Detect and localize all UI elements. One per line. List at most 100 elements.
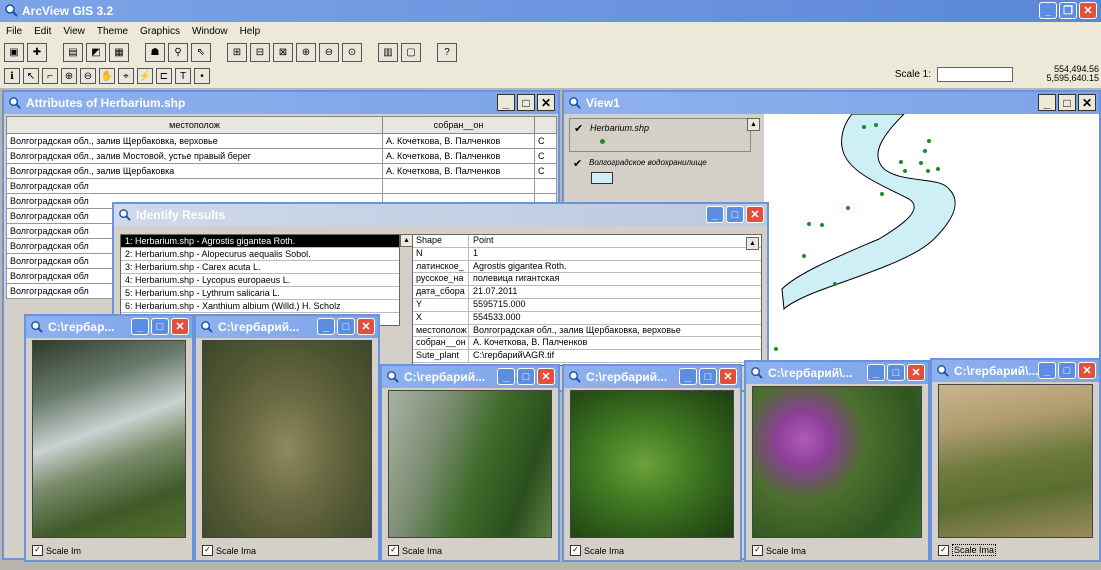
- menu-edit[interactable]: Edit: [34, 26, 51, 37]
- close-button[interactable]: ✕: [171, 318, 189, 335]
- pointer-tool-icon[interactable]: ↖: [23, 68, 39, 84]
- table-row[interactable]: Волгоградская обл., залив Щербаковка А. К…: [6, 163, 557, 179]
- close-button[interactable]: ✕: [1079, 2, 1097, 19]
- menu-window[interactable]: Window: [192, 26, 228, 37]
- scale-checkbox[interactable]: ✓: [202, 545, 213, 556]
- minimize-button[interactable]: _: [131, 318, 149, 335]
- query-icon[interactable]: ⚲: [168, 42, 188, 62]
- minimize-button[interactable]: _: [679, 368, 697, 385]
- maximize-button[interactable]: □: [151, 318, 169, 335]
- close-button[interactable]: ✕: [537, 368, 555, 385]
- draw-tool-icon[interactable]: •: [194, 68, 210, 84]
- scale-checkbox[interactable]: ✓: [752, 545, 763, 556]
- vertex-tool-icon[interactable]: ⌐: [42, 68, 58, 84]
- plant-photo: [32, 340, 186, 538]
- maximize-button[interactable]: □: [699, 368, 717, 385]
- maximize-button[interactable]: □: [1058, 362, 1076, 379]
- scale-input[interactable]: [937, 67, 1013, 82]
- maximize-button[interactable]: ❐: [1059, 2, 1077, 19]
- visibility-check-icon[interactable]: ✔: [573, 157, 582, 170]
- close-button[interactable]: ✕: [1078, 362, 1096, 379]
- attribute-row: русское_на полевица гигантская: [413, 273, 761, 287]
- list-item[interactable]: 5: Herbarium.shp - Lythrum salicaria L.: [121, 287, 399, 300]
- minimize-button[interactable]: _: [497, 94, 515, 111]
- polygon-symbol-icon: [591, 172, 613, 184]
- maximize-button[interactable]: □: [887, 364, 905, 381]
- close-button[interactable]: ✕: [719, 368, 737, 385]
- list-item[interactable]: 3: Herbarium.shp - Carex acuta L.: [121, 261, 399, 274]
- table-row[interactable]: Волгоградская обл., залив Мостовой, усть…: [6, 148, 557, 164]
- scale-checkbox[interactable]: ✓: [938, 544, 949, 556]
- list-item[interactable]: 4: Herbarium.shp - Lycopus europaeus L.: [121, 274, 399, 287]
- menu-graphics[interactable]: Graphics: [140, 26, 180, 37]
- close-button[interactable]: ✕: [746, 206, 764, 223]
- legend-entry[interactable]: ✔ Herbarium.shp: [569, 118, 751, 152]
- maximize-button[interactable]: □: [1058, 94, 1076, 111]
- zoom-in-tool-icon[interactable]: ⊕: [61, 68, 77, 84]
- menu-help[interactable]: Help: [240, 26, 261, 37]
- minimize-button[interactable]: _: [867, 364, 885, 381]
- label-tool-icon[interactable]: ⊏: [156, 68, 172, 84]
- zoom-out-tool-icon[interactable]: ⊖: [80, 68, 96, 84]
- attribute-row: Sute_plant C:\гербарий\AGR.tif: [413, 350, 761, 363]
- zoom-in-icon[interactable]: ⊕: [296, 42, 316, 62]
- edit-legend-icon[interactable]: ◩: [86, 42, 106, 62]
- find-icon[interactable]: ☗: [145, 42, 165, 62]
- identify-tool-icon[interactable]: ℹ: [4, 68, 20, 84]
- zoom-active-icon[interactable]: ⊟: [250, 42, 270, 62]
- pan-tool-icon[interactable]: ✋: [99, 68, 115, 84]
- scale-checkbox[interactable]: ✓: [32, 545, 43, 556]
- scale-checkbox[interactable]: ✓: [570, 545, 581, 556]
- maximize-button[interactable]: □: [517, 94, 535, 111]
- image-window-2: C:\гербарий... _ □ ✕ ✓ Scale Ima: [194, 314, 380, 562]
- close-button[interactable]: ✕: [907, 364, 925, 381]
- column-header[interactable]: местополож: [6, 116, 383, 134]
- column-header[interactable]: собран__он: [382, 116, 535, 134]
- minimize-button[interactable]: _: [1038, 362, 1056, 379]
- clear-selection-icon[interactable]: ▢: [401, 42, 421, 62]
- menu-bar: File Edit View Theme Graphics Window Hel…: [0, 22, 1101, 40]
- select-features-icon[interactable]: ▥: [378, 42, 398, 62]
- legend-entry[interactable]: ✔ Волгоградское водохранилище: [569, 154, 757, 188]
- close-button[interactable]: ✕: [1078, 94, 1096, 111]
- identify-attributes: Shape Point N1 латинское_ Agrostis gigante…: [412, 234, 762, 366]
- maximize-button[interactable]: □: [726, 206, 744, 223]
- minimize-button[interactable]: _: [706, 206, 724, 223]
- image-window-4: C:\гербарий... _ □ ✕ ✓ Scale Ima: [562, 364, 742, 562]
- menu-view[interactable]: View: [63, 26, 85, 37]
- minimize-button[interactable]: _: [497, 368, 515, 385]
- menu-file[interactable]: File: [6, 26, 22, 37]
- maximize-button[interactable]: □: [517, 368, 535, 385]
- table-icon[interactable]: ▦: [109, 42, 129, 62]
- properties-icon[interactable]: ▤: [63, 42, 83, 62]
- minimize-button[interactable]: _: [1039, 2, 1057, 19]
- zoom-selected-icon[interactable]: ⊠: [273, 42, 293, 62]
- table-row[interactable]: Волгоградская обл., залив Щербаковка, ве…: [6, 133, 557, 149]
- text-tool-icon[interactable]: T: [175, 68, 191, 84]
- minimize-button[interactable]: _: [317, 318, 335, 335]
- scroll-up-icon[interactable]: ▲: [746, 237, 759, 250]
- table-row[interactable]: Волгоградская обл: [6, 178, 557, 194]
- minimize-button[interactable]: _: [1038, 94, 1056, 111]
- zoom-full-icon[interactable]: ⊞: [227, 42, 247, 62]
- close-button[interactable]: ✕: [537, 94, 555, 111]
- close-button[interactable]: ✕: [357, 318, 375, 335]
- list-item[interactable]: 6: Herbarium.shp - Xanthium albium (Will…: [121, 300, 399, 313]
- help-icon[interactable]: ?: [437, 42, 457, 62]
- scale-checkbox[interactable]: ✓: [388, 545, 399, 556]
- zoom-out-icon[interactable]: ⊖: [319, 42, 339, 62]
- zoom-previous-icon[interactable]: ⊙: [342, 42, 362, 62]
- list-item[interactable]: 2: Herbarium.shp - Alopecurus aequalis S…: [121, 248, 399, 261]
- measure-tool-icon[interactable]: ⌖: [118, 68, 134, 84]
- attribute-row: X 554533.000: [413, 311, 761, 325]
- maximize-button[interactable]: □: [337, 318, 355, 335]
- add-theme-icon[interactable]: ✚: [27, 42, 47, 62]
- menu-theme[interactable]: Theme: [97, 26, 128, 37]
- save-icon[interactable]: ▣: [4, 42, 24, 62]
- hotlink-tool-icon[interactable]: ⚡: [137, 68, 153, 84]
- list-item[interactable]: 1: Herbarium.shp - Agrostis gigantea Rot…: [121, 235, 399, 248]
- scroll-up-icon[interactable]: ▲: [747, 118, 760, 131]
- locate-icon[interactable]: ⇖: [191, 42, 211, 62]
- plant-photo: [752, 386, 922, 538]
- visibility-check-icon[interactable]: ✔: [574, 122, 583, 135]
